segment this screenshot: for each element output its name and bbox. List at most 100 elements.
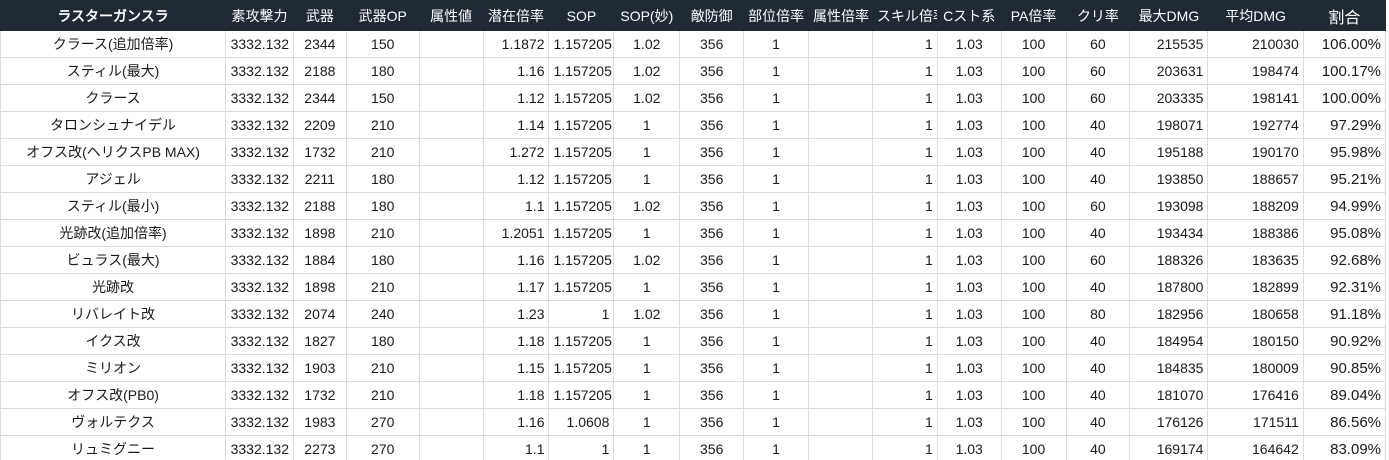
cell-element-value[interactable]	[418, 165, 484, 193]
cell-weapon-op[interactable]: 180	[345, 165, 420, 193]
cell-sop-myou[interactable]: 1	[613, 273, 681, 301]
header-element-value[interactable]: 属性値	[418, 0, 484, 31]
cell-base-attack[interactable]: 3332.132	[225, 57, 294, 85]
header-ratio[interactable]: 割合	[1302, 0, 1387, 31]
cell-weapon[interactable]: 1827	[293, 327, 347, 355]
cell-ratio[interactable]: 95.08%	[1302, 219, 1387, 247]
cell-max-dmg[interactable]: 193850	[1129, 165, 1209, 193]
header-sop[interactable]: SOP	[548, 0, 615, 31]
cell-c-strike[interactable]: 1.03	[936, 111, 1002, 139]
cell-base-attack[interactable]: 3332.132	[225, 273, 294, 301]
cell-base-attack[interactable]: 3332.132	[225, 192, 294, 220]
cell-enemy-defense[interactable]: 356	[679, 381, 745, 409]
cell-weapon-op[interactable]: 180	[345, 246, 420, 274]
cell-weapon-name[interactable]: オフス改(PB0)	[0, 381, 227, 409]
cell-max-dmg[interactable]: 184954	[1129, 327, 1209, 355]
cell-latent-multiplier[interactable]: 1.23	[482, 300, 550, 328]
cell-sop[interactable]: 1.157205	[548, 30, 615, 58]
cell-avg-dmg[interactable]: 188386	[1207, 219, 1304, 247]
cell-latent-multiplier[interactable]: 1.12	[482, 84, 550, 112]
cell-weapon[interactable]: 1884	[293, 246, 347, 274]
cell-part-multiplier[interactable]: 1	[743, 246, 809, 274]
header-weapon-name[interactable]: ラスターガンスラ	[0, 0, 227, 31]
cell-latent-multiplier[interactable]: 1.18	[482, 327, 550, 355]
cell-crit-rate[interactable]: 60	[1065, 30, 1131, 58]
cell-crit-rate[interactable]: 60	[1065, 246, 1131, 274]
cell-c-strike[interactable]: 1.03	[936, 435, 1002, 460]
cell-weapon-op[interactable]: 210	[345, 273, 420, 301]
cell-ratio[interactable]: 95.21%	[1302, 165, 1387, 193]
cell-max-dmg[interactable]: 187800	[1129, 273, 1209, 301]
cell-element-multiplier[interactable]	[808, 30, 873, 58]
cell-avg-dmg[interactable]: 190170	[1207, 138, 1304, 166]
cell-element-multiplier[interactable]	[808, 57, 873, 85]
cell-weapon-name[interactable]: スティル(最大)	[0, 57, 227, 85]
cell-avg-dmg[interactable]: 188209	[1207, 192, 1304, 220]
cell-ratio[interactable]: 92.68%	[1302, 246, 1387, 274]
cell-sop[interactable]: 1.157205	[548, 273, 615, 301]
cell-weapon-op[interactable]: 270	[345, 435, 420, 460]
cell-enemy-defense[interactable]: 356	[679, 273, 745, 301]
cell-weapon[interactable]: 1732	[293, 381, 347, 409]
cell-enemy-defense[interactable]: 356	[679, 84, 745, 112]
cell-c-strike[interactable]: 1.03	[936, 30, 1002, 58]
cell-skill-multiplier[interactable]: 1	[871, 111, 938, 139]
cell-sop-myou[interactable]: 1	[613, 111, 681, 139]
cell-weapon-op[interactable]: 210	[345, 111, 420, 139]
cell-weapon-name[interactable]: ミリオン	[0, 354, 227, 382]
cell-element-multiplier[interactable]	[808, 192, 873, 220]
cell-avg-dmg[interactable]: 176416	[1207, 381, 1304, 409]
cell-sop-myou[interactable]: 1	[613, 381, 681, 409]
cell-max-dmg[interactable]: 176126	[1129, 408, 1209, 436]
cell-sop[interactable]: 1.157205	[548, 354, 615, 382]
cell-pa-multiplier[interactable]: 100	[1000, 165, 1067, 193]
cell-latent-multiplier[interactable]: 1.1	[482, 192, 550, 220]
cell-sop-myou[interactable]: 1	[613, 219, 681, 247]
cell-weapon[interactable]: 1983	[293, 408, 347, 436]
cell-element-value[interactable]	[418, 327, 484, 355]
cell-part-multiplier[interactable]: 1	[743, 435, 809, 460]
cell-sop-myou[interactable]: 1	[613, 138, 681, 166]
cell-avg-dmg[interactable]: 182899	[1207, 273, 1304, 301]
cell-ratio[interactable]: 97.29%	[1302, 111, 1387, 139]
cell-pa-multiplier[interactable]: 100	[1000, 138, 1067, 166]
cell-pa-multiplier[interactable]: 100	[1000, 300, 1067, 328]
cell-ratio[interactable]: 90.85%	[1302, 354, 1387, 382]
cell-element-multiplier[interactable]	[808, 219, 873, 247]
cell-sop[interactable]: 1.157205	[548, 327, 615, 355]
cell-element-value[interactable]	[418, 246, 484, 274]
cell-element-value[interactable]	[418, 354, 484, 382]
cell-base-attack[interactable]: 3332.132	[225, 381, 294, 409]
cell-element-multiplier[interactable]	[808, 138, 873, 166]
cell-avg-dmg[interactable]: 198474	[1207, 57, 1304, 85]
cell-base-attack[interactable]: 3332.132	[225, 165, 294, 193]
cell-weapon[interactable]: 2273	[293, 435, 347, 460]
cell-sop-myou[interactable]: 1	[613, 354, 681, 382]
header-sop-myou[interactable]: SOP(妙)	[613, 0, 681, 31]
cell-element-value[interactable]	[418, 219, 484, 247]
cell-weapon-op[interactable]: 180	[345, 327, 420, 355]
cell-part-multiplier[interactable]: 1	[743, 30, 809, 58]
cell-avg-dmg[interactable]: 164642	[1207, 435, 1304, 460]
cell-weapon-op[interactable]: 210	[345, 219, 420, 247]
cell-base-attack[interactable]: 3332.132	[225, 84, 294, 112]
cell-crit-rate[interactable]: 40	[1065, 354, 1131, 382]
cell-enemy-defense[interactable]: 356	[679, 246, 745, 274]
cell-part-multiplier[interactable]: 1	[743, 273, 809, 301]
header-pa-multiplier[interactable]: PA倍率	[1000, 0, 1067, 31]
cell-pa-multiplier[interactable]: 100	[1000, 273, 1067, 301]
header-part-multiplier[interactable]: 部位倍率	[743, 0, 809, 31]
header-crit-rate[interactable]: クリ率	[1065, 0, 1131, 31]
cell-weapon-name[interactable]: イクス改	[0, 327, 227, 355]
cell-c-strike[interactable]: 1.03	[936, 381, 1002, 409]
cell-base-attack[interactable]: 3332.132	[225, 435, 294, 460]
cell-weapon[interactable]: 2188	[293, 57, 347, 85]
cell-pa-multiplier[interactable]: 100	[1000, 246, 1067, 274]
cell-latent-multiplier[interactable]: 1.272	[482, 138, 550, 166]
cell-weapon-op[interactable]: 150	[345, 30, 420, 58]
cell-weapon-name[interactable]: ビュラス(最大)	[0, 246, 227, 274]
cell-part-multiplier[interactable]: 1	[743, 300, 809, 328]
cell-base-attack[interactable]: 3332.132	[225, 138, 294, 166]
cell-pa-multiplier[interactable]: 100	[1000, 111, 1067, 139]
cell-avg-dmg[interactable]: 171511	[1207, 408, 1304, 436]
